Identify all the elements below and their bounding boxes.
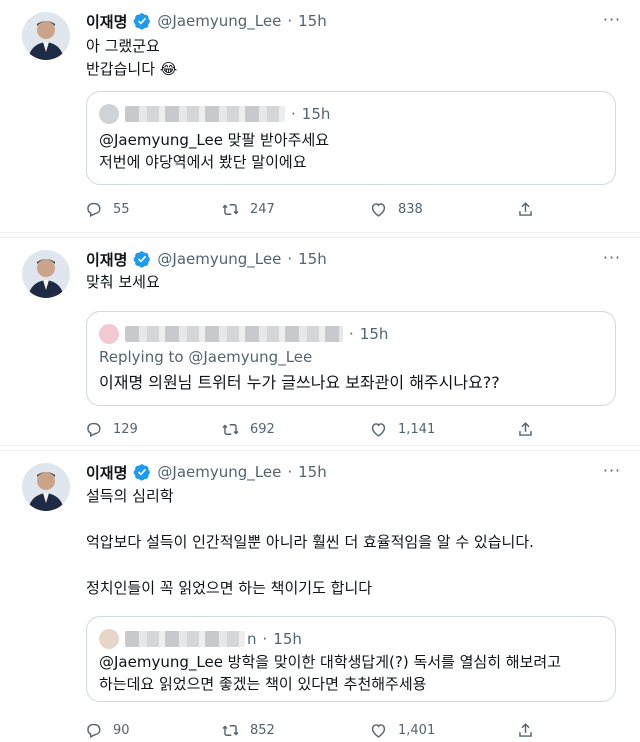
author-handle[interactable]: @Jaemyung_Lee	[157, 12, 281, 30]
reply-button[interactable]: 90	[84, 720, 130, 740]
author-handle[interactable]: @Jaemyung_Lee	[157, 463, 281, 481]
share-icon	[519, 421, 532, 436]
quoted-avatar	[99, 629, 119, 649]
separator-dot: ·	[291, 105, 296, 123]
reply-button[interactable]: 55	[84, 199, 130, 219]
timestamp[interactable]: 15h	[298, 12, 327, 30]
quoted-tweet[interactable]: n · 15h @Jaemyung_Lee 방학을 맞이한 대학생답게(?) 독…	[86, 616, 616, 702]
reply-count: 90	[113, 722, 130, 738]
author-name[interactable]: 이재명	[86, 249, 127, 270]
quoted-text: @Jaemyung_Lee 맞팔 받아주세요 저번에 야당역에서 봤단 말이에요	[99, 131, 330, 171]
blurred-name	[125, 106, 285, 122]
like-icon	[371, 422, 386, 437]
tweet-text: 맞춰 보세요	[86, 273, 160, 291]
retweet-icon	[222, 203, 239, 215]
more-icon[interactable]: ···	[600, 12, 624, 28]
quoted-text: 이재명 의원님 트위터 누가 글쓰나요 보좌관이 해주시나요??	[99, 373, 500, 392]
retweet-icon	[222, 724, 239, 736]
reply-icon	[87, 723, 101, 738]
share-button[interactable]	[516, 419, 535, 439]
share-icon	[519, 201, 532, 216]
quoted-tweet[interactable]: · 15h @Jaemyung_Lee 맞팔 받아주세요 저번에 야당역에서 봤…	[86, 91, 616, 185]
quoted-avatar	[99, 324, 119, 344]
like-button[interactable]: 838	[369, 199, 423, 219]
more-icon[interactable]: ···	[600, 463, 624, 479]
share-button[interactable]	[516, 199, 535, 219]
timestamp[interactable]: 15h	[298, 250, 327, 268]
tweet-actions: 90 852 1,401	[84, 720, 534, 740]
avatar[interactable]	[22, 463, 70, 511]
author-name[interactable]: 이재명	[86, 11, 127, 32]
quoted-tweet[interactable]: · 15h Replying to @Jaemyung_Lee 이재명 의원님 …	[86, 311, 616, 406]
quoted-timestamp: 15h	[359, 325, 389, 343]
like-count: 1,401	[398, 722, 436, 738]
blurred-name	[125, 326, 343, 342]
quoted-text: @Jaemyung_Lee 방학을 맞이한 대학생답게(?) 독서를 열심히 해…	[99, 653, 561, 693]
retweet-count: 247	[250, 201, 275, 217]
tweet-actions: 55 247 838	[84, 199, 534, 219]
like-icon	[371, 202, 386, 217]
avatar[interactable]	[22, 250, 70, 298]
like-button[interactable]: 1,141	[369, 419, 435, 439]
avatar[interactable]	[22, 12, 70, 60]
verified-badge-icon	[134, 251, 151, 268]
verified-badge-icon	[134, 464, 151, 481]
author-handle[interactable]: @Jaemyung_Lee	[157, 250, 281, 268]
separator-dot: ·	[287, 12, 293, 30]
reply-icon	[87, 202, 101, 217]
share-button[interactable]	[516, 720, 535, 740]
reply-button[interactable]: 129	[84, 419, 138, 439]
reply-count: 55	[113, 201, 130, 217]
retweet-button[interactable]: 852	[221, 720, 275, 740]
separator-dot: ·	[262, 630, 268, 648]
share-icon	[519, 722, 532, 737]
quoted-name-fragment: n	[247, 630, 257, 648]
separator-dot: ·	[287, 463, 293, 481]
retweet-button[interactable]: 247	[221, 199, 275, 219]
quoted-avatar	[99, 104, 119, 124]
retweet-icon	[222, 423, 239, 435]
more-icon[interactable]: ···	[600, 250, 624, 266]
retweet-count: 692	[250, 421, 275, 437]
like-icon	[371, 723, 386, 738]
quoted-timestamp: 15h	[301, 105, 331, 123]
like-count: 1,141	[398, 421, 436, 437]
like-button[interactable]: 1,401	[369, 720, 435, 740]
separator-dot: ·	[287, 250, 293, 268]
tweet[interactable]: 이재명 @Jaemyung_Lee · 15h ··· 맞춰 보세요 · 15h…	[0, 237, 640, 446]
timestamp[interactable]: 15h	[298, 463, 327, 481]
author-name[interactable]: 이재명	[86, 462, 127, 483]
retweet-button[interactable]: 692	[221, 419, 275, 439]
like-count: 838	[398, 201, 423, 217]
reply-icon	[87, 422, 101, 437]
tweet[interactable]: 이재명 @Jaemyung_Lee · 15h ··· 아 그랬군요 반갑습니다…	[0, 0, 640, 233]
tweet-text: 아 그랬군요 반갑습니다 😂	[86, 37, 178, 78]
reply-count: 129	[113, 421, 138, 437]
tweet-text: 설득의 심리학 억압보다 설득이 인간적일뿐 아니라 훨씬 더 효율적임을 알 …	[86, 487, 534, 597]
quoted-timestamp: 15h	[273, 630, 302, 648]
replying-to-label: Replying to @Jaemyung_Lee	[99, 348, 313, 366]
verified-badge-icon	[134, 13, 151, 30]
blurred-name	[125, 631, 245, 647]
retweet-count: 852	[250, 722, 275, 738]
tweet[interactable]: 이재명 @Jaemyung_Lee · 15h ··· 설득의 심리학 억압보다…	[0, 450, 640, 742]
separator-dot: ·	[349, 325, 354, 343]
tweet-actions: 129 692 1,141	[84, 419, 534, 439]
